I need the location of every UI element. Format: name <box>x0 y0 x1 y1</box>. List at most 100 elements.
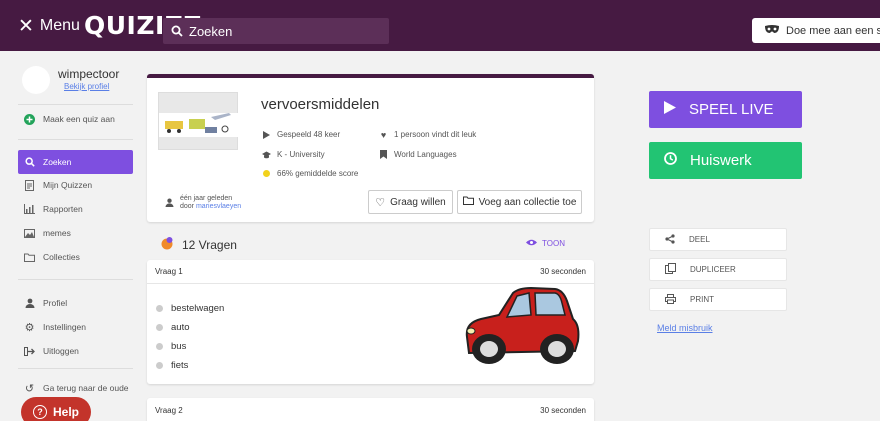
author-by: door <box>180 203 195 210</box>
answer-dot-icon <box>156 343 163 350</box>
question-time: 30 seconden <box>540 405 586 415</box>
sidebar-item-label: Profiel <box>43 298 68 308</box>
question-time: 30 seconden <box>540 267 586 276</box>
grade-level: K - University <box>262 150 325 159</box>
play-live-label: SPEEL LIVE <box>689 101 774 118</box>
print-label: PRINT <box>690 295 714 304</box>
eye-icon <box>526 239 537 248</box>
add-to-collection-label: Voeg aan collectie toe <box>478 196 577 208</box>
question-icon: ? <box>33 405 47 419</box>
quiz-thumbnail <box>158 92 239 150</box>
search-label: Zoeken <box>189 23 233 39</box>
quiz-title: vervoersmiddelen <box>261 96 380 113</box>
folder-icon <box>24 252 35 263</box>
share-icon <box>665 233 675 246</box>
username: wimpectoor <box>58 67 120 81</box>
homework-button[interactable]: Huiswerk <box>649 142 802 179</box>
back-to-old-link[interactable]: ↺ Ga terug naar de oude <box>18 377 133 399</box>
profile-link[interactable]: Bekijk profiel <box>64 82 109 91</box>
bookmark-icon <box>379 150 388 159</box>
like-count: ♥ 1 persoon vindt dit leuk <box>379 129 477 140</box>
graduation-cap-icon <box>262 150 271 159</box>
answer-dot-icon <box>156 324 163 331</box>
answer-dot-icon <box>156 362 163 369</box>
logout-icon <box>24 346 35 357</box>
answer-text: auto <box>171 322 190 333</box>
homework-label: Huiswerk <box>690 152 752 169</box>
sidebar-item-settings[interactable]: ⚙ Instellingen <box>18 316 133 338</box>
sidebar-item-memes[interactable]: memes <box>18 222 133 244</box>
author-info: één jaar geleden door mariesvlaeyen <box>165 194 241 212</box>
add-to-collection-button[interactable]: Voeg aan collectie toe <box>457 190 582 214</box>
copy-icon <box>665 263 676 276</box>
create-quiz-button[interactable]: Maak een quiz aan <box>18 108 133 130</box>
heart-icon: ♥ <box>380 129 387 140</box>
plus-circle-icon <box>24 113 35 125</box>
sidebar-item-label: Uitloggen <box>43 346 79 356</box>
document-icon <box>24 179 35 191</box>
average-score-text: 66% gemiddelde score <box>277 169 359 178</box>
like-button[interactable]: ♡ Graag willen <box>368 190 453 214</box>
help-button[interactable]: ? Help <box>21 397 91 421</box>
bar-chart-icon <box>24 204 35 215</box>
share-button[interactable]: DEEL <box>649 228 787 251</box>
sidebar-item-label: Rapporten <box>43 204 83 214</box>
sidebar-item-profile[interactable]: Profiel <box>18 292 133 314</box>
answer-option: bestelwagen <box>156 303 224 314</box>
search-input[interactable]: Zoeken <box>163 18 389 44</box>
answer-text: bus <box>171 341 187 352</box>
sidebar-item-reports[interactable]: Rapporten <box>18 198 133 220</box>
answer-text: fiets <box>171 360 189 371</box>
sidebar-item-label: Instellingen <box>43 322 87 332</box>
gear-icon: ⚙ <box>24 321 35 334</box>
show-answers-button[interactable]: TOON <box>526 239 565 248</box>
play-icon <box>664 101 676 118</box>
answer-text: bestelwagen <box>171 303 225 314</box>
sidebar-item-label: Mijn Quizzen <box>43 180 93 190</box>
create-quiz-label: Maak een quiz aan <box>43 114 115 124</box>
play-live-button[interactable]: SPEEL LIVE <box>649 91 802 128</box>
join-game-button[interactable]: Doe mee aan een spel <box>752 18 880 43</box>
quiz-count-icon <box>160 236 174 253</box>
avatar[interactable] <box>22 66 50 94</box>
answer-dot-icon <box>156 305 163 312</box>
duplicate-button[interactable]: DUPLICEER <box>649 258 787 281</box>
mask-icon <box>764 24 780 37</box>
sidebar-item-search[interactable]: Zoeken <box>18 150 133 174</box>
answer-option: bus <box>156 341 186 352</box>
back-to-old-label: Ga terug naar de oude <box>43 383 129 393</box>
duplicate-label: DUPLICEER <box>690 265 736 274</box>
question-card: Vraag 2 30 seconden <box>147 398 594 421</box>
like-count-text: 1 persoon vindt dit leuk <box>394 130 477 139</box>
printer-icon <box>665 293 676 306</box>
question-card: Vraag 1 30 seconden bestelwagen auto bus… <box>147 260 594 384</box>
author-link[interactable]: mariesvlaeyen <box>196 203 241 210</box>
subject-text: World Languages <box>394 150 457 159</box>
quiz-info-card: vervoersmiddelen Gespeeld 48 keer ♥ 1 pe… <box>147 74 594 222</box>
average-score: 66% gemiddelde score <box>262 169 358 178</box>
play-icon <box>262 130 271 139</box>
share-label: DEEL <box>689 235 710 244</box>
score-dot-icon <box>262 169 271 178</box>
print-button[interactable]: PRINT <box>649 288 787 311</box>
top-bar: ✕ Menu QUIZIZZ Zoeken Doe mee aan een sp… <box>0 0 880 51</box>
question-image <box>465 286 580 364</box>
play-count-text: Gespeeld 48 keer <box>277 130 341 139</box>
undo-icon: ↺ <box>24 382 35 395</box>
sidebar-item-logout[interactable]: Uitloggen <box>18 340 133 362</box>
menu-button[interactable]: ✕ Menu <box>18 15 80 37</box>
report-abuse-link[interactable]: Meld misbruik <box>657 323 713 333</box>
join-label: Doe mee aan een spel <box>786 24 880 37</box>
question-number: Vraag 1 <box>155 267 183 276</box>
sidebar-item-my-quizzes[interactable]: Mijn Quizzen <box>18 174 133 196</box>
answer-option: fiets <box>156 360 188 371</box>
sidebar-item-collections[interactable]: Collecties <box>18 246 133 268</box>
folder-icon <box>462 196 474 208</box>
search-icon <box>171 25 183 37</box>
grade-level-text: K - University <box>277 150 325 159</box>
subject: World Languages <box>379 150 457 159</box>
help-label: Help <box>53 405 80 419</box>
divider <box>18 104 133 105</box>
author-time: één jaar geleden <box>180 195 233 202</box>
clock-icon <box>664 152 677 169</box>
